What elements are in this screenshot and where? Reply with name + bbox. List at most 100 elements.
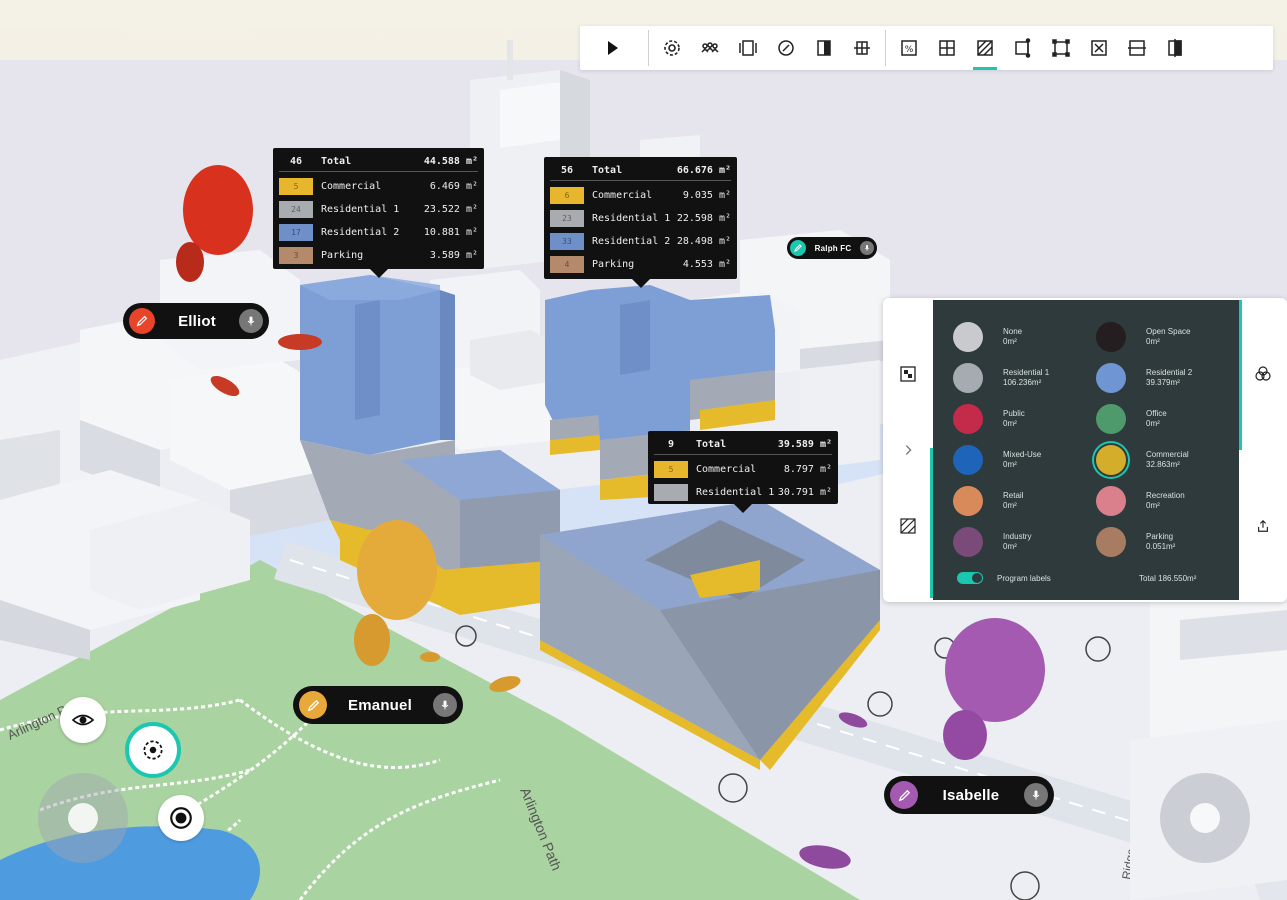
microphone-icon[interactable] [1024, 783, 1048, 807]
move-edge-icon [1015, 38, 1031, 58]
legend-item-name: Industry [1003, 532, 1032, 541]
visibility-button[interactable] [60, 697, 106, 743]
program-name: Parking [592, 259, 635, 270]
pencil-icon [299, 691, 327, 719]
legend-item-name: Recreation [1146, 491, 1185, 500]
program-value: 9.035 m² [682, 190, 731, 201]
program-value: 3.589 m² [429, 250, 478, 261]
record-icon [170, 807, 192, 829]
legend-item-name: Mixed-Use [1003, 450, 1042, 459]
program-name: Residential 1 [321, 204, 400, 215]
legend-item-office[interactable]: Office 0m² [1096, 404, 1167, 434]
play-button[interactable] [580, 26, 644, 70]
legend-item-mixed-use[interactable]: Mixed-Use 0m² [953, 445, 1041, 475]
grid-button[interactable] [928, 26, 966, 70]
legend-item-none[interactable]: None 0m² [953, 322, 1022, 352]
move-edge-button[interactable] [1004, 26, 1042, 70]
legend-item-residential-1[interactable]: Residential 1 106.236m² [953, 363, 1049, 393]
program-label-total: 66.676 m² [676, 165, 731, 176]
microphone-icon[interactable] [239, 309, 263, 333]
select-box-button[interactable] [1042, 26, 1080, 70]
hatch-icon [977, 40, 993, 56]
program-label-popup[interactable]: 9 Total 39.589 m² 5 Commercial 8.797 m² … [648, 431, 838, 513]
program-value: 23.522 m² [423, 204, 478, 215]
program-swatch: 5 [279, 178, 313, 195]
hatch-button[interactable] [966, 26, 1004, 70]
layers-icon[interactable] [1253, 364, 1273, 384]
program-color-dot [1096, 486, 1126, 516]
program-swatch: 24 [279, 201, 313, 218]
program-name: Residential 1 [592, 213, 671, 224]
program-label-popup[interactable]: 46 Total 44.588 m² 5 Commercial 6.469 m²… [273, 148, 484, 278]
program-label-row: 4 Parking 4.553 m² [550, 253, 731, 276]
record-button[interactable] [158, 795, 204, 841]
program-value: 10.881 m² [423, 227, 478, 238]
hatch-icon[interactable] [898, 516, 918, 536]
legend-item-name: Residential 2 [1146, 368, 1193, 377]
program-color-dot [953, 527, 983, 557]
main-toolbar: % [580, 26, 1273, 70]
microphone-icon[interactable] [433, 693, 457, 717]
program-labels-toggle[interactable] [957, 572, 983, 584]
pencil-icon [890, 781, 918, 809]
program-label-header: 46 Total 44.588 m² [279, 152, 478, 172]
program-label-row: Residential 1 30.791 m² [654, 481, 832, 504]
orbit-button[interactable] [125, 722, 181, 778]
program-label-count: 9 [667, 439, 675, 450]
align-button[interactable] [843, 26, 881, 70]
legend-item-commercial[interactable]: Commercial 32.863m² [1096, 445, 1189, 475]
legend-item-value: 0m² [1146, 337, 1160, 346]
program-label-row: 5 Commercial 6.469 m² [279, 175, 478, 198]
legend-item-public[interactable]: Public 0m² [953, 404, 1025, 434]
close-box-button[interactable] [1080, 26, 1118, 70]
legend-item-recreation[interactable]: Recreation 0m² [1096, 486, 1185, 516]
people-button[interactable] [691, 26, 729, 70]
legend-item-parking[interactable]: Parking 0.051m² [1096, 527, 1175, 557]
program-label-row: 17 Residential 2 10.881 m² [279, 221, 478, 244]
legend-item-industry[interactable]: Industry 0m² [953, 527, 1031, 557]
legend-item-retail[interactable]: Retail 0m² [953, 486, 1023, 516]
compass-button[interactable] [767, 26, 805, 70]
program-label-count: 46 [289, 156, 303, 167]
people-icon [701, 42, 719, 53]
settings-button[interactable] [653, 26, 691, 70]
program-label-popup[interactable]: 56 Total 66.676 m² 6 Commercial 9.035 m²… [544, 157, 737, 288]
split-vertical-button[interactable] [1156, 26, 1194, 70]
checker-icon[interactable] [898, 364, 918, 384]
move-joystick[interactable] [38, 773, 128, 863]
joystick-knob [1190, 803, 1220, 833]
program-color-dot [1096, 363, 1126, 393]
chevron-right-icon[interactable] [898, 440, 918, 460]
program-color-dot [953, 445, 983, 475]
program-label-count: 56 [560, 165, 574, 176]
user-badge-ralph[interactable]: Ralph FC [787, 237, 877, 259]
program-swatch [654, 484, 688, 501]
orbit-icon [143, 740, 163, 760]
program-value: 22.598 m² [676, 213, 731, 224]
settings-icon [664, 40, 680, 56]
share-icon[interactable] [1253, 516, 1273, 536]
split-vertical-icon [1168, 39, 1182, 57]
program-label-header: 56 Total 66.676 m² [550, 161, 731, 181]
user-badge-isabelle[interactable]: Isabelle [884, 776, 1054, 814]
legend-item-value: 0m² [1003, 460, 1017, 469]
program-name: Residential 1 [696, 487, 775, 498]
program-swatch: 33 [550, 233, 584, 250]
split-horizontal-button[interactable] [1118, 26, 1156, 70]
program-color-dot [953, 363, 983, 393]
program-label-row: 24 Residential 1 23.522 m² [279, 198, 478, 221]
legend-item-residential-2[interactable]: Residential 2 39.379m² [1096, 363, 1192, 393]
toolbar-divider [885, 30, 886, 66]
legend-item-open-space[interactable]: Open Space 0m² [1096, 322, 1190, 352]
compass-icon [778, 40, 794, 56]
program-name: Residential 2 [321, 227, 400, 238]
microphone-icon[interactable] [860, 241, 874, 255]
program-label-row: 33 Residential 2 28.498 m² [550, 230, 731, 253]
split-view-button[interactable] [729, 26, 767, 70]
look-joystick[interactable] [1160, 773, 1250, 863]
percent-box-button[interactable]: % [890, 26, 928, 70]
contrast-button[interactable] [805, 26, 843, 70]
user-badge-emanuel[interactable]: Emanuel [293, 686, 463, 724]
user-badge-elliot[interactable]: Elliot [123, 303, 269, 339]
legend-item-name: Parking [1146, 532, 1174, 541]
